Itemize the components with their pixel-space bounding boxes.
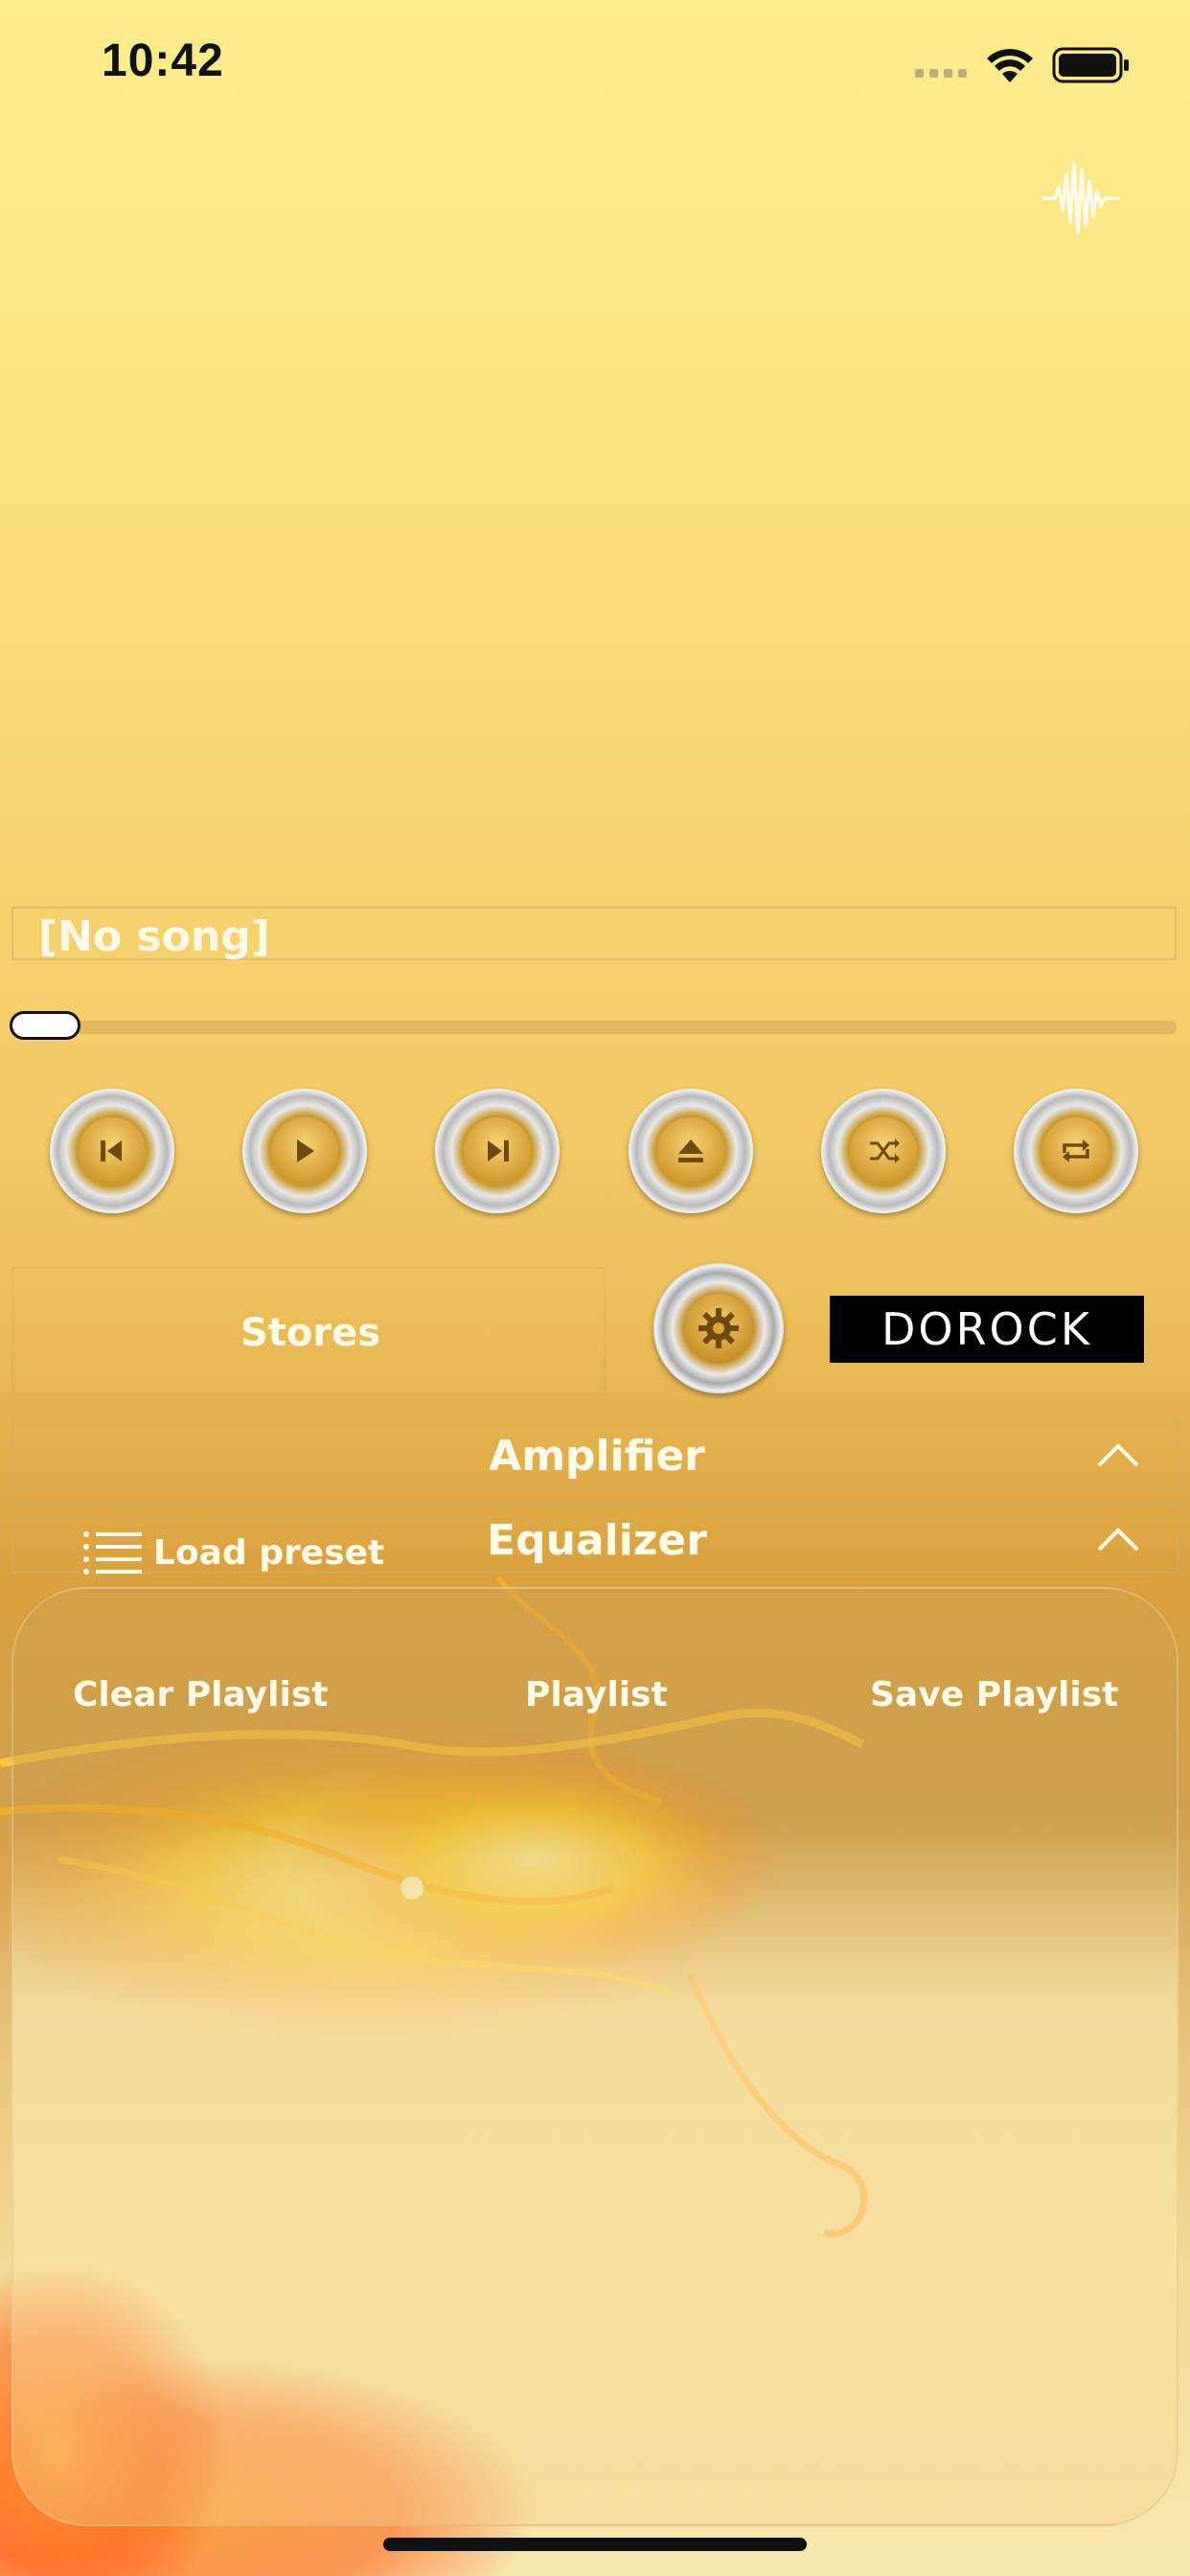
battery-icon xyxy=(1052,47,1129,83)
list-icon xyxy=(83,1531,142,1575)
load-preset-label: Load preset xyxy=(153,1532,385,1573)
progress-thumb[interactable] xyxy=(10,1011,80,1040)
chevron-up-icon[interactable] xyxy=(1096,1441,1140,1468)
dorock-logo[interactable]: DOROCK xyxy=(830,1296,1144,1363)
play-icon xyxy=(297,1139,314,1162)
progress-rail xyxy=(10,1021,1177,1034)
dorock-logo-text: DOROCK xyxy=(881,1303,1093,1355)
song-title: [No song] xyxy=(38,912,270,961)
status-bar: 10:42 xyxy=(0,0,1190,125)
stores-label: Stores xyxy=(240,1311,381,1355)
next-track-button[interactable] xyxy=(435,1089,560,1213)
save-playlist-button[interactable]: Save Playlist xyxy=(870,1675,1118,1714)
wifi-icon xyxy=(987,49,1033,82)
clear-playlist-button[interactable]: Clear Playlist xyxy=(73,1675,328,1714)
settings-button[interactable] xyxy=(653,1263,784,1393)
song-title-box: [No song] xyxy=(11,907,1177,961)
amplifier-section-header[interactable]: Amplifier xyxy=(11,1418,1179,1489)
home-indicator[interactable] xyxy=(383,2538,807,2551)
playlist-title[interactable]: Playlist xyxy=(525,1675,668,1714)
shuffle-button[interactable] xyxy=(821,1089,946,1213)
shuffle-icon xyxy=(870,1138,900,1163)
repeat-icon xyxy=(1063,1139,1089,1162)
eject-button[interactable] xyxy=(629,1089,753,1213)
previous-track-button[interactable] xyxy=(50,1089,174,1213)
amplifier-title: Amplifier xyxy=(489,1432,705,1481)
stores-button[interactable]: Stores xyxy=(11,1267,606,1395)
playlist-panel: Clear Playlist Playlist Save Playlist xyxy=(11,1587,1179,2526)
play-button[interactable] xyxy=(242,1089,367,1213)
next-icon xyxy=(488,1140,509,1162)
transport-controls xyxy=(0,1089,1190,1215)
previous-icon xyxy=(101,1140,122,1162)
repeat-button[interactable] xyxy=(1014,1089,1138,1213)
load-preset-button[interactable]: Load preset xyxy=(82,1526,384,1579)
progress-slider[interactable] xyxy=(10,1010,1179,1045)
chevron-up-icon[interactable] xyxy=(1096,1526,1140,1552)
cellular-signal-icon xyxy=(915,69,967,78)
gear-icon xyxy=(698,1308,739,1348)
waveform-icon[interactable] xyxy=(1041,158,1120,239)
eject-icon xyxy=(678,1139,703,1162)
status-time: 10:42 xyxy=(102,35,224,86)
